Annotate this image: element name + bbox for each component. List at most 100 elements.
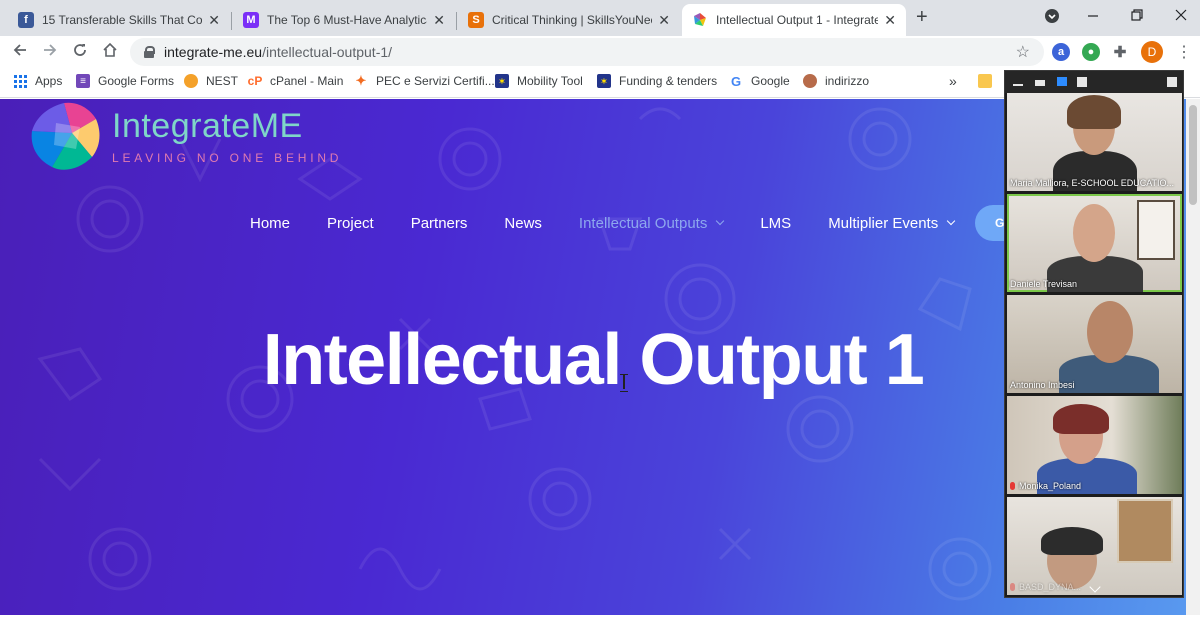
- participant-name: Antonino Imbesi: [1010, 380, 1075, 390]
- tab-title: Intellectual Output 1 - IntegrateM: [716, 13, 879, 27]
- logo-tagline: LEAVING NO ONE BEHIND: [112, 151, 343, 165]
- close-icon[interactable]: ✕: [884, 12, 896, 29]
- page-content-area: [0, 615, 1200, 636]
- speaker-view-icon[interactable]: [1035, 80, 1045, 86]
- address-bar[interactable]: integrate-me.eu/intellectual-output-1/ ☆: [130, 38, 1044, 66]
- nav-label: Multiplier Events: [828, 214, 939, 232]
- participant-video-tile[interactable]: Monika_Poland: [1007, 396, 1182, 494]
- extension-a-icon[interactable]: a: [1052, 43, 1070, 61]
- bookmark-nest[interactable]: NEST: [184, 74, 238, 88]
- minimize-panel-icon[interactable]: [1013, 84, 1023, 86]
- tab-separator: [231, 12, 232, 30]
- text-cursor-icon: [620, 374, 628, 392]
- close-icon[interactable]: ✕: [433, 12, 445, 29]
- bookmark-label: indirizzo: [825, 74, 870, 88]
- eu-flag-icon: ✶: [597, 74, 611, 88]
- nav-lms[interactable]: LMS: [760, 215, 791, 232]
- muted-mic-icon: [1010, 583, 1015, 591]
- bookmark-star-icon[interactable]: ☆: [1016, 42, 1030, 62]
- integrateme-icon: [692, 12, 708, 28]
- participant-hair: [1041, 527, 1103, 555]
- participant-video-tile[interactable]: Antonino Imbesi: [1007, 295, 1182, 393]
- tab-intellectual-output[interactable]: Intellectual Output 1 - IntegrateM ✕: [682, 4, 906, 36]
- participant-hair: [1067, 95, 1121, 129]
- bookmark-mobility-tool[interactable]: ✶ Mobility Tool: [495, 74, 583, 88]
- logo-wordmark: IntegrateME: [112, 107, 303, 145]
- bookmark-folder[interactable]: [978, 74, 1000, 88]
- restore-icon[interactable]: [1130, 8, 1144, 25]
- cpanel-icon: cP: [247, 74, 263, 88]
- nav-intellectual-outputs[interactable]: Intellectual Outputs: [578, 214, 725, 232]
- nav-label: LMS: [760, 214, 792, 232]
- participant-name: BASD_DYNA...: [1010, 582, 1081, 592]
- scrollbar-thumb[interactable]: [1189, 105, 1197, 205]
- purple-m-icon: M: [243, 12, 259, 28]
- new-tab-button[interactable]: +: [916, 6, 928, 29]
- integrateme-logo-mark: [31, 102, 100, 170]
- tab-critical-thinking[interactable]: S Critical Thinking | SkillsYouNeed ✕: [458, 4, 680, 36]
- bookmark-apps[interactable]: Apps: [14, 74, 62, 88]
- back-arrow-icon[interactable]: [12, 42, 28, 63]
- apps-grid-icon: [14, 74, 27, 88]
- bookmark-label: cPanel - Main: [270, 74, 344, 88]
- nav-partners[interactable]: Partners: [411, 215, 468, 232]
- integrateme-logo[interactable]: IntegrateME LEAVING NO ONE BEHIND: [26, 99, 346, 179]
- exit-panel-icon[interactable]: [1167, 77, 1177, 87]
- extension-chat-icon[interactable]: ●: [1082, 43, 1100, 61]
- profile-avatar[interactable]: D: [1141, 41, 1163, 63]
- gallery-view-icon[interactable]: [1077, 77, 1087, 87]
- tab-transferable-skills[interactable]: f 15 Transferable Skills That Comp ✕: [8, 4, 230, 36]
- main-navigation: Home Project Partners News Intellectual …: [250, 213, 991, 233]
- page-scrollbar[interactable]: [1186, 99, 1200, 615]
- tab-analytical-skills[interactable]: M The Top 6 Must-Have Analytical S ✕: [233, 4, 455, 36]
- tab-title: The Top 6 Must-Have Analytical S: [267, 13, 427, 27]
- video-panel-toolbar: [1005, 71, 1183, 93]
- bookmark-funding-tenders[interactable]: ✶ Funding & tenders: [597, 74, 717, 88]
- participant-face: [1087, 301, 1133, 363]
- nav-multiplier-events[interactable]: Multiplier Events: [828, 214, 956, 232]
- browser-toolbar: integrate-me.eu/intellectual-output-1/ ☆…: [0, 36, 1200, 68]
- reload-icon[interactable]: [72, 42, 88, 63]
- wall-picture-frame: [1137, 200, 1175, 260]
- bookmark-indirizzo[interactable]: indirizzo: [803, 74, 869, 88]
- tab-title: 15 Transferable Skills That Comp: [42, 13, 203, 27]
- home-icon[interactable]: [102, 42, 118, 63]
- extensions-puzzle-icon[interactable]: ✚: [1111, 43, 1129, 61]
- bookmark-google[interactable]: G Google: [729, 74, 790, 89]
- video-call-panel: Maria Malliora, E-SCHOOL EDUCATIO... Dan…: [1004, 70, 1184, 598]
- tab-search-icon[interactable]: [1044, 8, 1060, 27]
- bookmark-label: Funding & tenders: [619, 74, 718, 88]
- bookmark-google-forms[interactable]: ≡ Google Forms: [76, 74, 174, 88]
- folder-icon: [978, 74, 992, 88]
- close-icon[interactable]: ✕: [658, 12, 670, 29]
- participant-name: Monika_Poland: [1010, 481, 1081, 491]
- bookmark-label: NEST: [206, 74, 239, 88]
- participant-video-tile-active[interactable]: Daniele Trevisan: [1007, 194, 1182, 292]
- facebook-icon: f: [18, 12, 34, 28]
- forward-arrow-icon[interactable]: [42, 42, 58, 63]
- close-icon[interactable]: ✕: [208, 12, 220, 29]
- lock-icon[interactable]: [144, 46, 155, 58]
- nav-news[interactable]: News: [504, 215, 542, 232]
- bookmarks-overflow-button[interactable]: »: [949, 73, 957, 89]
- strip-view-icon[interactable]: [1057, 77, 1067, 86]
- nav-label: Intellectual Outputs: [578, 214, 708, 232]
- close-window-icon[interactable]: [1174, 8, 1188, 25]
- tab-title: Critical Thinking | SkillsYouNeed: [492, 13, 653, 27]
- participant-name: Daniele Trevisan: [1010, 279, 1078, 289]
- skillsyouneed-icon: S: [468, 12, 484, 28]
- nav-project[interactable]: Project: [327, 215, 374, 232]
- nav-home[interactable]: Home: [250, 215, 290, 232]
- nav-label: Home: [250, 214, 291, 232]
- bookmark-label: Google: [751, 74, 790, 88]
- participant-video-tile[interactable]: Maria Malliora, E-SCHOOL EDUCATIO...: [1007, 93, 1182, 191]
- bookmark-pec[interactable]: ✦ PEC e Servizi Certifi...: [354, 73, 495, 88]
- bookmark-cpanel[interactable]: cP cPanel - Main: [247, 74, 344, 88]
- nav-label: Partners: [410, 214, 468, 232]
- wall-corkboard: [1117, 499, 1173, 563]
- browser-tab-strip: f 15 Transferable Skills That Comp ✕ M T…: [0, 0, 1200, 36]
- minimize-icon[interactable]: [1086, 8, 1100, 25]
- participant-name: Maria Malliora, E-SCHOOL EDUCATIO...: [1010, 178, 1175, 188]
- tab-separator: [456, 12, 457, 30]
- browser-menu-icon[interactable]: ⋮: [1176, 42, 1192, 62]
